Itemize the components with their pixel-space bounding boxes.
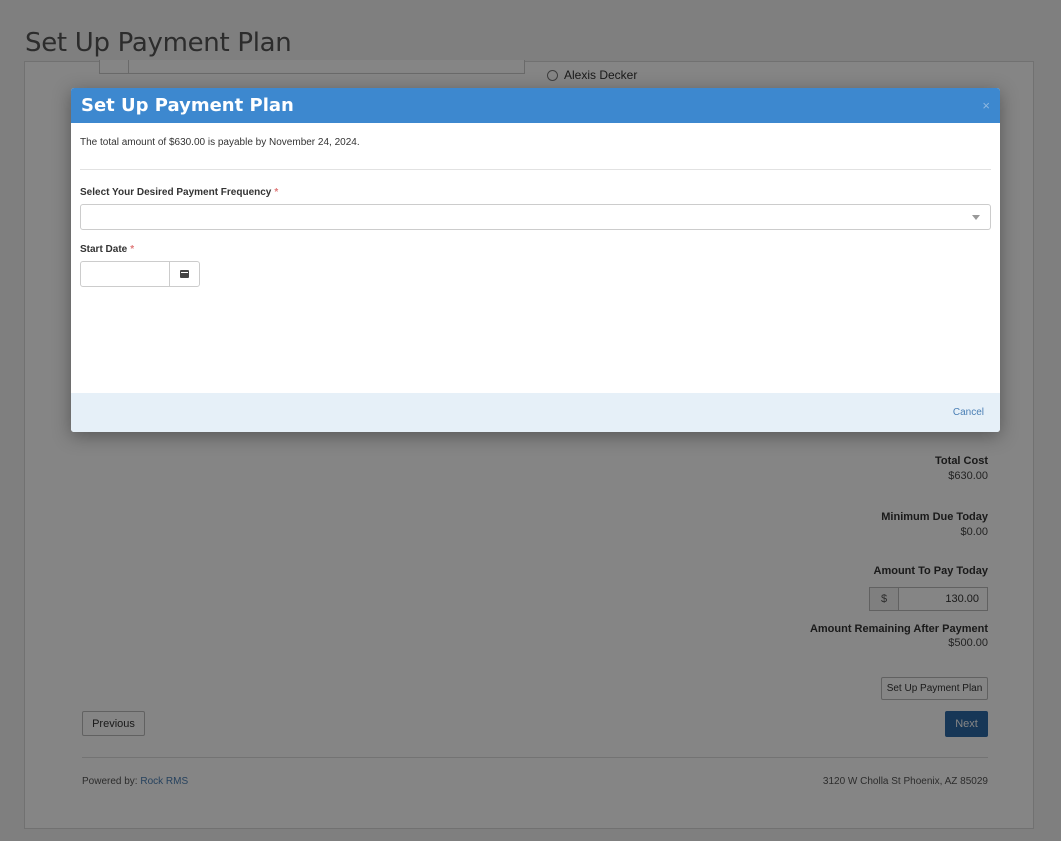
frequency-select[interactable] <box>80 204 991 230</box>
required-marker: * <box>274 187 279 198</box>
chevron-down-icon <box>972 215 980 220</box>
frequency-label: Select Your Desired Payment Frequency * <box>80 187 991 198</box>
calendar-icon <box>180 270 189 278</box>
calendar-button[interactable] <box>169 262 199 286</box>
intro-text: The total amount of $630.00 is payable b… <box>80 137 360 148</box>
required-marker: * <box>130 244 135 255</box>
cancel-button[interactable]: Cancel <box>953 407 984 418</box>
close-icon[interactable]: × <box>982 98 990 113</box>
start-date-label: Start Date * <box>80 244 991 255</box>
modal-footer: Cancel <box>71 393 1000 432</box>
payment-plan-modal: Set Up Payment Plan × The total amount o… <box>71 88 1000 432</box>
modal-header: Set Up Payment Plan × <box>71 88 1000 123</box>
frequency-label-text: Select Your Desired Payment Frequency <box>80 187 272 198</box>
modal-divider <box>80 169 991 170</box>
start-date-input[interactable] <box>81 262 169 286</box>
modal-title: Set Up Payment Plan <box>81 95 294 116</box>
start-date-picker <box>80 261 200 287</box>
modal-body: The total amount of $630.00 is payable b… <box>71 123 1000 393</box>
start-date-label-text: Start Date <box>80 244 128 255</box>
